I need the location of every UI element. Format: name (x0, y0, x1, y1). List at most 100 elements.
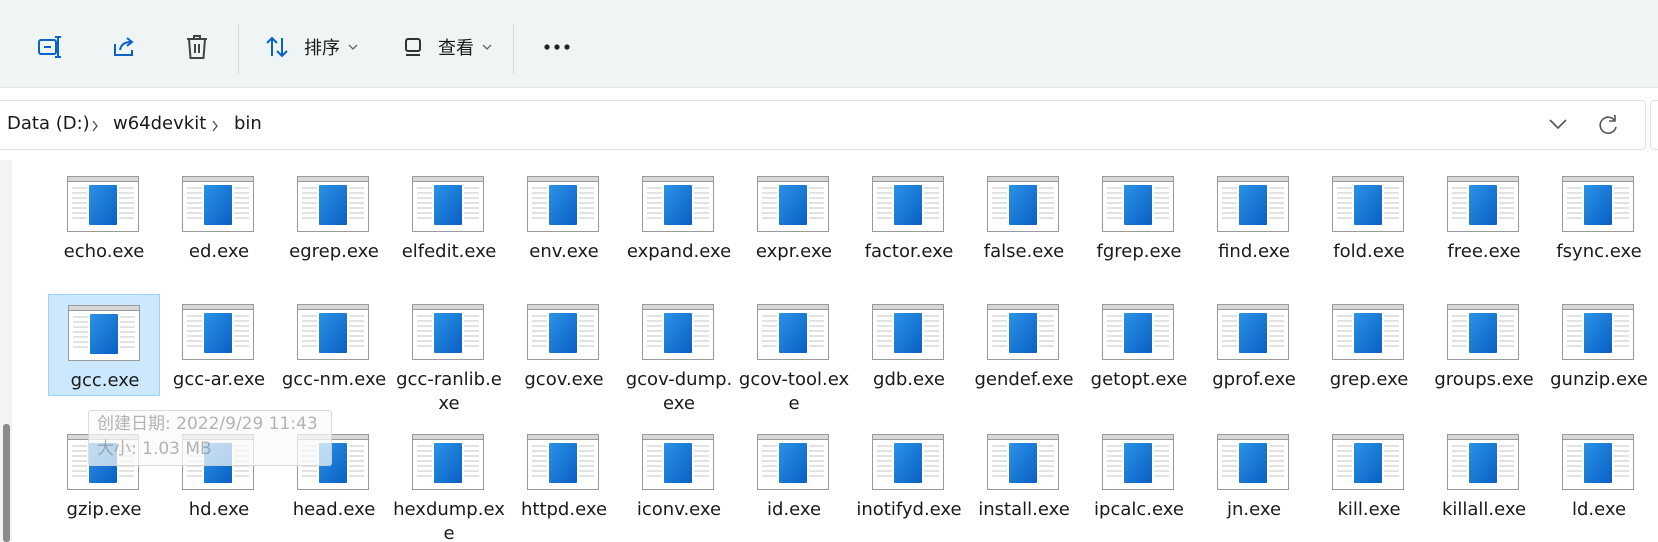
executable-file-icon (68, 305, 140, 361)
executable-file-icon (527, 176, 599, 232)
executable-file-icon (67, 176, 139, 232)
executable-file-icon (297, 304, 369, 360)
executable-file-icon (1217, 176, 1289, 232)
file-item[interactable]: ed.exe (163, 166, 275, 268)
file-item[interactable]: free.exe (1428, 166, 1540, 268)
executable-file-icon (1447, 176, 1519, 232)
rename-icon (38, 36, 61, 58)
file-name: grep.exe (1329, 369, 1409, 390)
chevron-right-icon[interactable] (211, 120, 219, 132)
chevron-right-icon[interactable] (91, 120, 99, 132)
executable-file-icon (642, 304, 714, 360)
file-item[interactable]: gcc-ranlib.exe (393, 294, 505, 414)
file-item[interactable]: false.exe (968, 166, 1080, 268)
file-item[interactable]: expand.exe (623, 166, 735, 268)
executable-file-icon (182, 176, 254, 232)
file-item[interactable]: id.exe (738, 424, 850, 526)
chevron-down-icon (482, 44, 492, 50)
executable-file-icon (1332, 304, 1404, 360)
sort-button[interactable]: 排序 (258, 26, 364, 68)
file-item[interactable]: kill.exe (1313, 424, 1425, 526)
file-item[interactable]: ipcalc.exe (1083, 424, 1195, 526)
tooltip-created: 创建日期: 2022/9/29 11:43 (97, 414, 318, 434)
file-item[interactable]: gcov-dump.exe (623, 294, 735, 414)
file-item[interactable]: getopt.exe (1083, 294, 1195, 396)
file-item[interactable]: gcc.exe (48, 294, 160, 396)
file-item[interactable]: iconv.exe (623, 424, 735, 526)
executable-file-icon (987, 176, 1059, 232)
file-item[interactable]: groups.exe (1428, 294, 1540, 396)
file-name: hexdump.exe (393, 499, 505, 542)
file-name: expand.exe (626, 241, 732, 262)
file-name: iconv.exe (636, 499, 722, 520)
file-name: egrep.exe (289, 241, 379, 262)
delete-button[interactable] (176, 26, 218, 68)
file-item[interactable]: expr.exe (738, 166, 850, 268)
breadcrumb-current[interactable]: bin (234, 113, 262, 134)
file-item[interactable]: fold.exe (1313, 166, 1425, 268)
executable-file-icon (412, 434, 484, 490)
file-item[interactable]: echo.exe (48, 166, 160, 268)
view-button[interactable]: 查看 (396, 26, 498, 68)
executable-file-icon (412, 176, 484, 232)
more-options-button[interactable] (534, 26, 580, 68)
breadcrumb-folder[interactable]: w64devkit (113, 113, 206, 134)
file-item[interactable]: gcc-ar.exe (163, 294, 275, 396)
share-button[interactable] (104, 26, 146, 68)
executable-file-icon (1217, 434, 1289, 490)
file-item[interactable]: fgrep.exe (1083, 166, 1195, 268)
file-item[interactable]: egrep.exe (278, 166, 390, 268)
file-item[interactable]: fsync.exe (1543, 166, 1655, 268)
address-bar[interactable]: Data (D:) w64devkit bin (0, 100, 1646, 150)
executable-file-icon (757, 304, 829, 360)
address-bar-row: Data (D:) w64devkit bin (0, 88, 1658, 160)
file-item[interactable]: gcc-nm.exe (278, 294, 390, 396)
executable-file-icon (757, 434, 829, 490)
file-item[interactable]: env.exe (508, 166, 620, 268)
file-name: gcc.exe (70, 370, 140, 391)
file-name: ipcalc.exe (1094, 499, 1184, 520)
file-item[interactable]: grep.exe (1313, 294, 1425, 396)
file-name: hd.exe (188, 499, 250, 520)
breadcrumb-drive[interactable]: Data (D:) (7, 113, 90, 134)
file-item[interactable]: hexdump.exe (393, 424, 505, 542)
history-dropdown-icon[interactable] (1549, 119, 1567, 130)
rename-button[interactable] (30, 26, 72, 68)
executable-file-icon (1562, 304, 1634, 360)
file-item[interactable]: gendef.exe (968, 294, 1080, 396)
file-item[interactable]: install.exe (968, 424, 1080, 526)
file-name: fold.exe (1333, 241, 1405, 262)
executable-file-icon (297, 176, 369, 232)
file-tooltip: 创建日期: 2022/9/29 11:43 大小: 1.03 MB (88, 410, 332, 466)
file-item[interactable]: gunzip.exe (1543, 294, 1655, 396)
file-name: getopt.exe (1090, 369, 1188, 390)
file-item[interactable]: factor.exe (853, 166, 965, 268)
file-item[interactable]: find.exe (1198, 166, 1310, 268)
file-item[interactable]: gcov.exe (508, 294, 620, 396)
file-item[interactable]: jn.exe (1198, 424, 1310, 526)
file-item[interactable]: gdb.exe (853, 294, 965, 396)
executable-file-icon (1102, 304, 1174, 360)
executable-file-icon (757, 176, 829, 232)
file-item[interactable]: elfedit.exe (393, 166, 505, 268)
file-name: install.exe (978, 499, 1070, 520)
file-item[interactable]: inotifyd.exe (853, 424, 965, 526)
file-item[interactable]: gprof.exe (1198, 294, 1310, 396)
executable-file-icon (412, 304, 484, 360)
toolbar-separator (238, 24, 239, 74)
file-item[interactable]: gcov-tool.exe (738, 294, 850, 414)
file-item[interactable]: killall.exe (1428, 424, 1540, 526)
file-name: find.exe (1218, 241, 1290, 262)
refresh-icon[interactable] (1596, 113, 1620, 137)
file-name: gprof.exe (1212, 369, 1296, 390)
executable-file-icon (642, 434, 714, 490)
file-item[interactable]: httpd.exe (508, 424, 620, 526)
file-name: gzip.exe (66, 499, 142, 520)
file-name: ld.exe (1571, 499, 1627, 520)
executable-file-icon (1102, 434, 1174, 490)
toolbar-separator (513, 24, 514, 74)
file-item[interactable]: ld.exe (1543, 424, 1655, 526)
file-name: gcov-tool.exe (738, 369, 850, 414)
search-box-edge[interactable] (1650, 100, 1658, 150)
view-icon (405, 38, 421, 56)
